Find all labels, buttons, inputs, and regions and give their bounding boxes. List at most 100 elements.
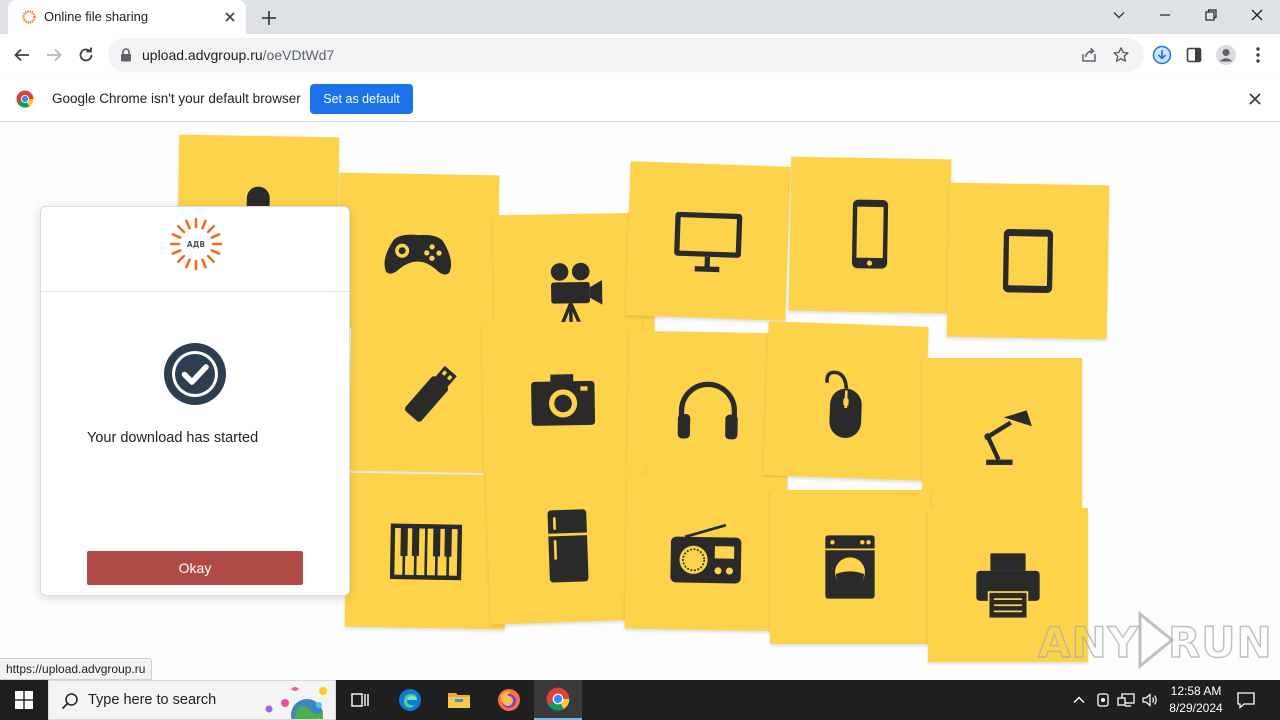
set-as-default-button[interactable]: Set as default [310, 84, 413, 114]
browser-toolbar: upload.advgroup.ru/oeVDtWd7 [0, 34, 1280, 76]
download-modal: АДВ Your download has started Okay [40, 206, 350, 596]
note-piano [344, 472, 508, 630]
watermark-text-left: ANY [1037, 617, 1140, 667]
windows-logo-icon [15, 691, 33, 709]
tray-meet-now[interactable] [1094, 691, 1112, 709]
note-mouse [763, 321, 929, 481]
desk-lamp-icon [984, 410, 1032, 465]
adv-logo-text: АДВ [187, 240, 205, 249]
notification-icon[interactable] [1236, 690, 1256, 710]
profile-button[interactable] [1215, 44, 1237, 66]
piano-icon [389, 523, 463, 581]
side-panel-icon [1186, 47, 1202, 63]
taskbar-search-box[interactable]: Type here to search [48, 680, 336, 720]
file-explorer-icon [448, 693, 470, 708]
close-window-button[interactable] [1234, 0, 1280, 30]
okay-button[interactable]: Okay [87, 551, 303, 585]
taskbar-firefox[interactable] [485, 680, 533, 720]
anyrun-watermark: ANY RUN [1037, 610, 1272, 670]
firefox-icon [498, 689, 520, 711]
note-tablet [946, 182, 1110, 340]
clock-date: 8/29/2024 [1169, 701, 1223, 715]
note-camera [481, 320, 645, 478]
address-url: upload.advgroup.ru/oeVDtWd7 [142, 47, 334, 63]
reload-button[interactable] [75, 44, 97, 66]
download-started-message: Your download has started [87, 430, 259, 446]
close-icon [1251, 9, 1263, 21]
tablet-icon [1002, 228, 1054, 294]
page-content: АДВ Your download has started Okay ANY R… [0, 122, 1280, 680]
address-domain: upload.advgroup.ru [142, 47, 263, 63]
arrow-left-icon [14, 48, 29, 62]
windows-taskbar: Type here to search 12:58 AM 8/29/2024 [0, 680, 1280, 720]
forward-button[interactable] [43, 44, 65, 66]
minimize-icon [1160, 14, 1170, 16]
refrigerator-icon [547, 509, 589, 583]
infobar-message: Google Chrome isn't your default browser [52, 91, 301, 106]
headphones-icon [677, 381, 738, 440]
tray-chevron-up[interactable] [1070, 691, 1088, 709]
taskbar-file-explorer[interactable] [435, 680, 483, 720]
side-panel-button[interactable] [1183, 44, 1205, 66]
gamepad-icon [384, 234, 451, 275]
note-monitor [625, 161, 791, 321]
taskbar-clock[interactable]: 12:58 AM 8/29/2024 [1164, 683, 1228, 717]
arrow-right-icon [47, 48, 62, 62]
clock-time: 12:58 AM [1170, 684, 1222, 698]
download-icon [1152, 45, 1172, 65]
chevron-up-icon [1073, 696, 1085, 703]
tab-strip: Online file sharing [0, 0, 1280, 34]
back-button[interactable] [11, 44, 33, 66]
status-bubble-url: https://upload.advgroup.ru [0, 658, 153, 680]
adv-logo-icon [22, 10, 36, 24]
search-highlight-art-icon [265, 687, 327, 719]
downloads-button[interactable] [1151, 44, 1173, 66]
address-bar[interactable]: upload.advgroup.ru/oeVDtWd7 [108, 38, 1144, 72]
tab-title: Online file sharing [44, 9, 149, 24]
infobar-close-icon[interactable] [1247, 91, 1263, 107]
chevron-down-icon [1113, 11, 1125, 19]
monitor-icon [674, 211, 743, 273]
search-icon [61, 693, 78, 710]
start-button[interactable] [0, 680, 48, 720]
usb-drive-icon [405, 365, 457, 422]
menu-button[interactable] [1247, 44, 1269, 66]
default-browser-infobar: Google Chrome isn't your default browser… [0, 76, 1280, 122]
tray-volume[interactable] [1141, 691, 1159, 709]
search-placeholder: Type here to search [88, 692, 217, 708]
edge-icon [399, 689, 421, 711]
reload-icon [79, 47, 93, 62]
check-circle-icon [164, 343, 226, 405]
washing-machine-icon [825, 535, 875, 599]
watermark-text-right: RUN [1167, 617, 1273, 667]
address-path: /oeVDtWd7 [262, 47, 335, 63]
modal-header: АДВ [41, 207, 349, 292]
camera-icon [531, 374, 596, 426]
smartphone-icon [851, 199, 889, 269]
minimize-button[interactable] [1142, 0, 1188, 30]
chrome-icon [546, 687, 570, 711]
tray-network[interactable] [1117, 691, 1135, 709]
radio-icon [670, 523, 742, 584]
taskbar-chrome[interactable] [534, 680, 582, 720]
more-vert-icon [1256, 47, 1260, 63]
restore-icon [1205, 9, 1217, 21]
bookmark-star-icon[interactable] [1112, 46, 1130, 64]
tab-online-file-sharing[interactable]: Online file sharing [8, 0, 246, 34]
note-gamepad [336, 172, 500, 330]
new-tab-icon[interactable] [258, 7, 280, 29]
volume-icon [1142, 693, 1157, 707]
task-view-button[interactable] [336, 680, 384, 720]
profile-avatar-icon [1216, 45, 1236, 65]
restore-button[interactable] [1188, 0, 1234, 30]
tab-close-icon[interactable] [222, 9, 238, 25]
adv-logo: АДВ [169, 217, 223, 271]
lock-icon[interactable] [120, 48, 132, 62]
note-desk-lamp [922, 358, 1082, 512]
tab-search-button[interactable] [1096, 0, 1142, 30]
taskbar-edge[interactable] [386, 680, 434, 720]
share-icon[interactable] [1080, 46, 1098, 64]
mouse-icon [825, 370, 862, 438]
chrome-logo-icon [16, 90, 34, 108]
network-icon [1117, 693, 1135, 707]
